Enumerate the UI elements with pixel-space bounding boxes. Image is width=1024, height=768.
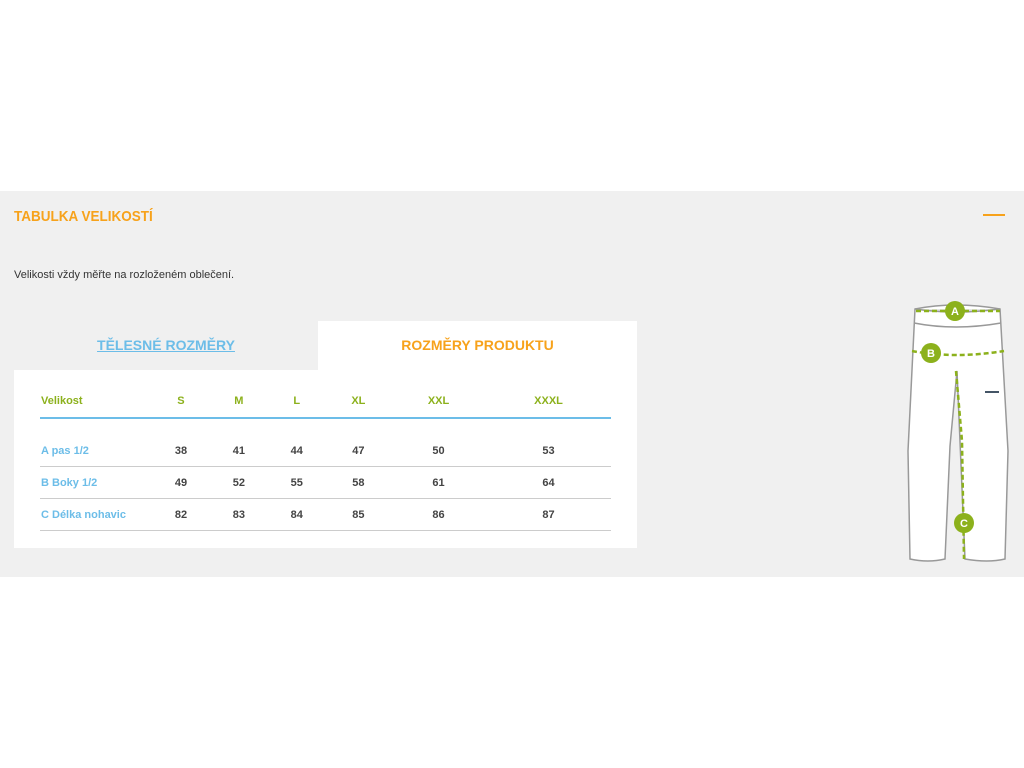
cell-value: 85 <box>325 498 391 531</box>
cell-value: 82 <box>152 498 210 531</box>
svg-text:B: B <box>927 348 935 360</box>
cell-value: 55 <box>267 466 326 499</box>
tab-product-measurements[interactable]: ROZMĚRY PRODUKTU <box>318 321 637 370</box>
header-m: M <box>209 385 268 419</box>
header-xxl: XXL <box>390 385 487 419</box>
row-label: A pas 1/2 <box>40 435 152 467</box>
cell-value: 87 <box>486 498 611 531</box>
table-header-row: Velikost S M L XL XXL XXXL <box>40 385 611 419</box>
cell-value: 38 <box>152 435 210 467</box>
svg-text:C: C <box>960 518 968 530</box>
cell-value: 86 <box>390 498 487 531</box>
table-row: B Boky 1/2 49 52 55 58 61 64 <box>40 466 611 499</box>
marker-c: C <box>954 513 974 533</box>
pants-diagram: A B C <box>907 301 1009 562</box>
size-chart-panel: TABULKA VELIKOSTÍ Velikosti vždy měřte n… <box>0 191 1024 577</box>
row-label: B Boky 1/2 <box>40 466 152 499</box>
cell-value: 61 <box>390 466 487 499</box>
cell-value: 52 <box>209 466 268 499</box>
header-size: Velikost <box>40 385 152 419</box>
section-title: TABULKA VELIKOSTÍ <box>14 208 153 225</box>
size-table: Velikost S M L XL XXL XXXL A pas 1/2 38 41… <box>40 385 611 531</box>
svg-text:A: A <box>951 306 959 318</box>
collapse-minus-icon[interactable] <box>983 214 1005 216</box>
cell-value: 64 <box>486 466 611 499</box>
cell-value: 84 <box>267 498 326 531</box>
cell-value: 83 <box>209 498 268 531</box>
row-label: C Délka nohavic <box>40 498 152 531</box>
cell-value: 47 <box>325 435 391 467</box>
header-xl: XL <box>325 385 391 419</box>
cell-value: 49 <box>152 466 210 499</box>
cell-value: 50 <box>390 435 487 467</box>
header-xxxl: XXXL <box>486 385 611 419</box>
header-s: S <box>152 385 210 419</box>
brand-logo <box>985 391 999 393</box>
marker-b: B <box>921 343 941 363</box>
header-l: L <box>267 385 326 419</box>
measure-note: Velikosti vždy měřte na rozloženém obleč… <box>14 269 235 281</box>
tab-body-measurements[interactable]: TĚLESNÉ ROZMĚRY <box>14 321 318 370</box>
cell-value: 53 <box>486 435 611 467</box>
cell-value: 41 <box>209 435 268 467</box>
size-table-container: Velikost S M L XL XXL XXXL A pas 1/2 38 41… <box>14 370 637 548</box>
table-row: C Délka nohavic 82 83 84 85 86 87 <box>40 498 611 531</box>
marker-a: A <box>945 301 965 321</box>
cell-value: 44 <box>267 435 326 467</box>
table-row: A pas 1/2 38 41 44 47 50 53 <box>40 435 611 467</box>
cell-value: 58 <box>325 466 391 499</box>
